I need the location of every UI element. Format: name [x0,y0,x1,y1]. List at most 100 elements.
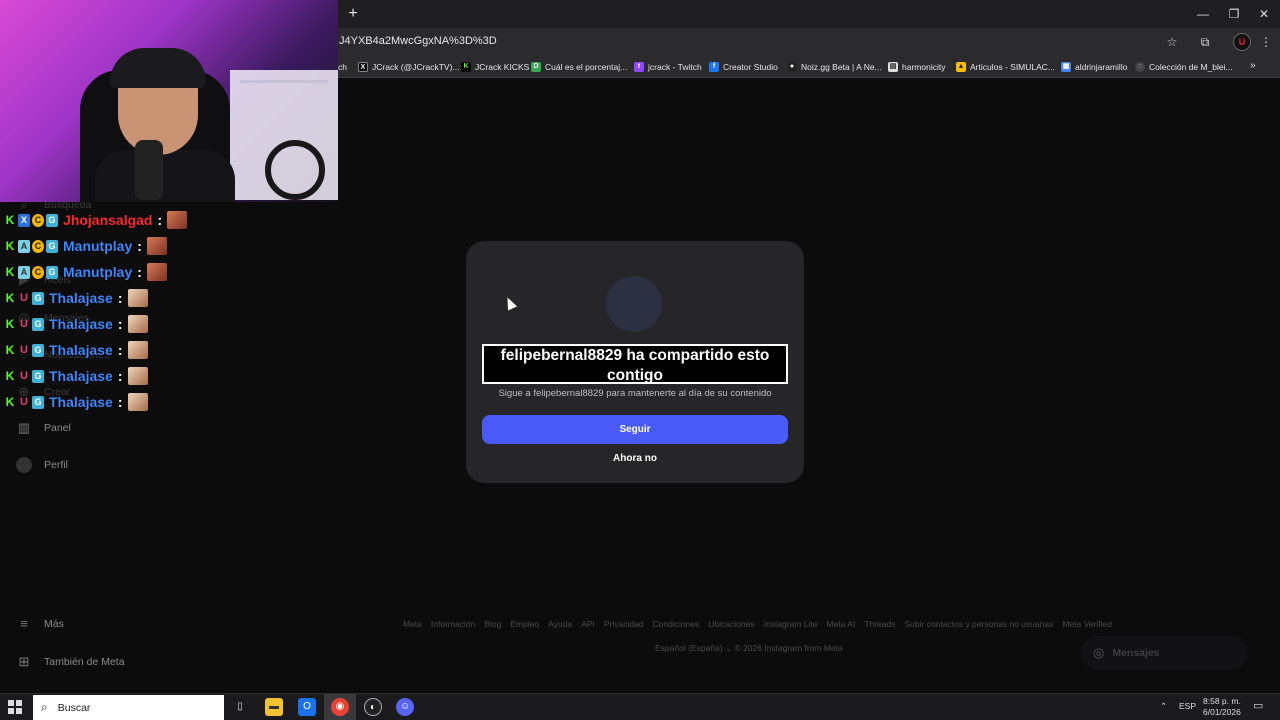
clock-time: 8:58 p. m. [1203,696,1241,706]
url-text[interactable]: J4YXB4a2MwcGgxNA%3D%3D [339,35,497,47]
bookmark-label: JCrack (@JCrackTV)... [372,62,460,72]
tray-language[interactable]: ESP [1179,701,1196,711]
windows-taskbar: ⌕ Buscar ▯ ▬ O ◉ ◐ ☺ ⌃ ESP 8:58 p. m. 6/… [0,693,1280,720]
chrome-icon[interactable]: ◉ [331,698,349,716]
footer-link[interactable]: Ubicaciones [708,619,754,629]
chat-message: K U G Thalajase : [4,365,148,387]
footer-link[interactable]: Blog [484,619,501,629]
chat-message: K U G Thalajase : [4,339,148,361]
extensions-icon[interactable]: ⧉ [1196,33,1214,51]
not-now-button[interactable]: Ahora no [466,453,804,464]
outlook-icon[interactable]: O [298,698,316,716]
bookmark-item[interactable]: t jcrack - Twitch [634,60,702,74]
bookmark-item[interactable]: ● Noiz.gg Beta | A Ne... [787,60,882,74]
footer-link[interactable]: Meta [403,619,422,629]
bookmark-item[interactable]: X JCrack (@JCrackTV)... [358,60,460,74]
sidebar-item-also-from-meta[interactable]: ⊞ También de Meta [16,654,125,670]
sidebar-item-panel[interactable]: ▥ Panel [16,420,71,436]
obs-icon[interactable]: ◐ [364,698,382,716]
footer-link[interactable]: Información [431,619,475,629]
footer-link[interactable]: API [581,619,595,629]
bookmark-item[interactable]: D Cuál es el porcentaj... [531,60,627,74]
sidebar-item-more[interactable]: ≡ Más [16,616,64,632]
bookmark-item[interactable]: ▲ Articulos - SIMULAC... [956,60,1055,74]
footer-link[interactable]: Privacidad [604,619,644,629]
shelf [240,80,328,83]
footer-link[interactable]: Meta AI [826,619,855,629]
chat-username: Thalajase [49,290,113,306]
gift-badge-icon: G [32,343,44,357]
chat-username: Manutplay [63,264,133,280]
follow-button[interactable]: Seguir [482,415,788,444]
chat-separator: : [117,290,123,306]
screen: + — ❐ ✕ J4YXB4a2MwcGgxNA%3D%3D ☆ ⧉ U ⋮ c… [0,0,1280,720]
messages-pill-label: Mensajes [1112,647,1160,659]
kick-icon: K [461,62,471,72]
emote-icon [167,211,188,229]
search-placeholder: Buscar [57,701,91,714]
kick-badge-icon: K [5,316,15,331]
kick-badge-icon: K [5,238,15,253]
bookmark-item[interactable]: ch [338,60,347,74]
windows-start-icon[interactable] [8,700,22,714]
chat-separator: : [117,368,123,384]
sidebar-item-profile[interactable]: Perfil [16,457,68,473]
minimize-button[interactable]: — [1188,4,1218,24]
twitch-icon: t [634,62,644,72]
browser-menu-icon[interactable]: ⋮ [1257,33,1275,51]
language-select[interactable]: Español (España) [655,643,723,653]
footer-link[interactable]: Subir contactos y personas no usuarias [905,619,1054,629]
sidebar-item-label: Panel [44,422,71,434]
chat-separator: : [137,264,142,280]
chat-username: Jhojansalgad [63,212,153,228]
bookmark-item[interactable]: f Creator Studio [709,60,778,74]
chat-message: K U G Thalajase : [4,391,148,413]
chat-separator: : [117,394,123,410]
chat-username: Thalajase [49,342,113,358]
footer-link[interactable]: Meta Verified [1062,619,1112,629]
gift-badge-icon: G [32,291,44,305]
chevron-down-icon: ⌄ [724,643,735,653]
x-icon: X [358,62,368,72]
webcam-overlay [0,0,338,202]
profile-icon [16,457,32,473]
badge-icon: X [18,213,30,227]
chat-message: K U G Thalajase : [4,287,148,309]
footer-link[interactable]: Condiciones [653,619,700,629]
close-window-button[interactable]: ✕ [1249,4,1279,24]
footer-link[interactable]: Empleo [510,619,539,629]
steering-wheel [265,140,325,200]
restore-button[interactable]: ❐ [1219,4,1249,24]
new-tab-button[interactable]: + [345,5,361,23]
noiz-icon: ● [787,62,797,72]
footer-link[interactable]: Threads [864,619,895,629]
bookmark-item[interactable]: ▦ aldrinjaramillo [1061,60,1127,74]
taskbar-clock[interactable]: 8:58 p. m. 6/01/2026 [1203,696,1241,718]
file-explorer-icon[interactable]: ▬ [265,698,283,716]
page-icon: ▦ [1061,62,1071,72]
kick-badge-icon: K [5,212,15,227]
bookmark-item[interactable]: ◌ Colección de M_blei... [1135,60,1233,74]
discord-icon[interactable]: ☺ [396,698,414,716]
bookmark-item[interactable]: ▤ harmonicity [888,60,945,74]
task-view-icon[interactable]: ▯ [231,698,249,716]
tray-chevron-icon[interactable]: ⌃ [1160,701,1167,712]
emote-icon [127,367,148,385]
search-icon: ⌕ [41,700,48,714]
chat-message: K X C G Jhojansalgad : [4,209,188,231]
profile-avatar-icon[interactable]: U [1233,33,1251,51]
footer-link[interactable]: Instagram Lite [764,619,818,629]
footer-link[interactable]: Ayuda [548,619,572,629]
bookmark-star-icon[interactable]: ☆ [1163,33,1181,51]
taskbar-search-input[interactable]: ⌕ Buscar [33,695,224,720]
notification-icon[interactable]: ▭ [1253,699,1263,712]
more-bookmarks-button[interactable]: » [1250,60,1256,71]
copyright: © 2026 Instagram from Meta [734,643,843,653]
bookmark-label: Cuál es el porcentaj... [545,62,628,72]
footer-language: Español (España) ⌄ © 2026 Instagram from… [655,643,843,654]
kick-badge-icon: K [5,342,15,357]
messages-pill[interactable]: ◎ Mensajes [1081,636,1248,670]
bookmark-item[interactable]: K JCrack KICKS [461,60,529,74]
badge-icon: A [18,265,30,279]
bookmark-label: Creator Studio [723,62,778,72]
